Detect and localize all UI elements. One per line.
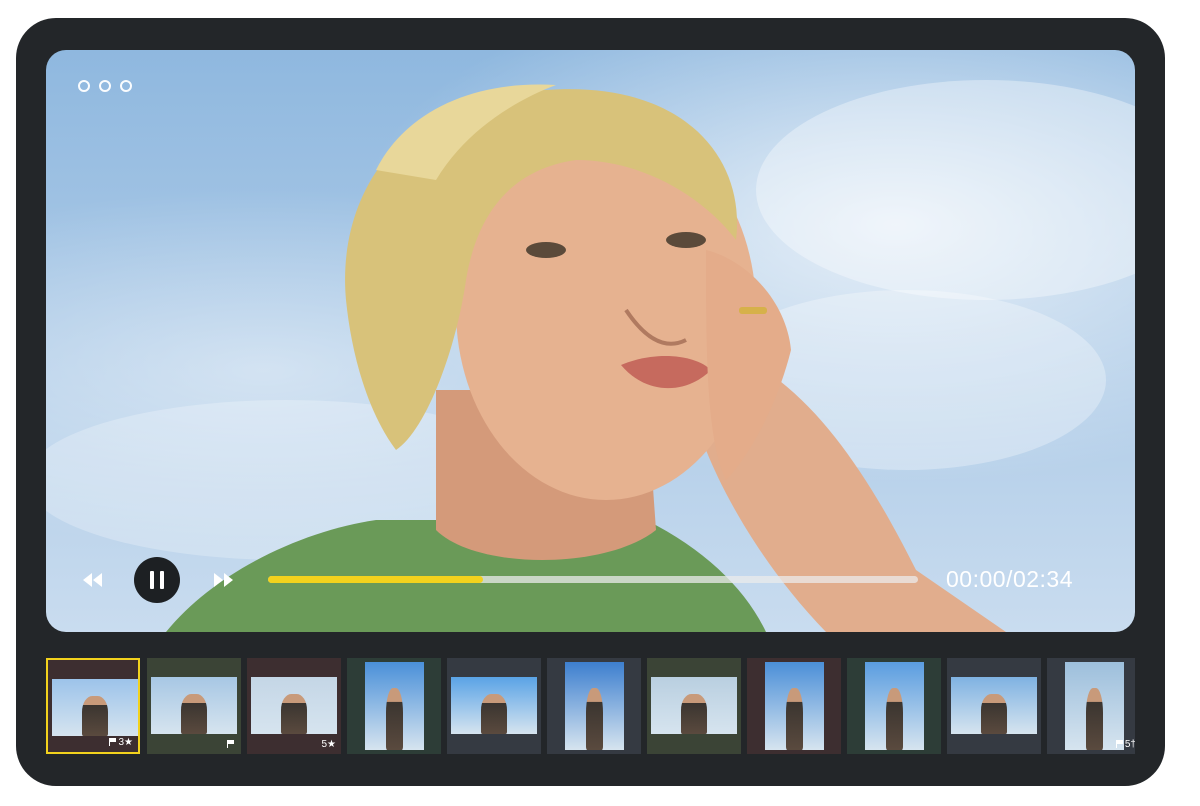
rating-label: 3★: [118, 737, 133, 748]
pause-icon: [147, 571, 167, 589]
thumb-photo: [151, 677, 237, 734]
thumb-figure: [481, 694, 507, 734]
portrait-photo: [46, 80, 1135, 632]
progress-fill: [268, 576, 483, 583]
filmstrip-thumb[interactable]: [547, 658, 641, 754]
pause-button[interactable]: [134, 557, 180, 603]
main-photo[interactable]: 00:00/02:34: [46, 50, 1135, 632]
filmstrip-thumb[interactable]: 5★: [247, 658, 341, 754]
thumb-figure: [885, 688, 904, 750]
thumb-badges: [227, 739, 236, 751]
thumb-figure: [181, 694, 207, 734]
thumb-photo: [865, 662, 924, 750]
thumb-figure: [82, 696, 108, 736]
thumb-figure: [981, 694, 1007, 734]
thumb-photo: [365, 662, 424, 750]
window-dots[interactable]: [78, 80, 132, 92]
more-dot-2[interactable]: [99, 80, 111, 92]
filmstrip-thumb[interactable]: [847, 658, 941, 754]
filmstrip-thumb[interactable]: [147, 658, 241, 754]
thumb-badges: 3★: [109, 737, 133, 749]
more-dot-1[interactable]: [78, 80, 90, 92]
rating-label: 5†: [1124, 739, 1135, 750]
filmstrip-thumb[interactable]: 3★: [46, 658, 140, 754]
rating-label: 5★: [321, 739, 336, 750]
thumb-badges: 5†: [1115, 739, 1135, 751]
thumb-photo: [765, 662, 824, 750]
fast-forward-icon[interactable]: [211, 570, 237, 590]
filmstrip-thumb[interactable]: [347, 658, 441, 754]
filmstrip-thumb[interactable]: [647, 658, 741, 754]
filmstrip-thumb[interactable]: [947, 658, 1041, 754]
more-dot-3[interactable]: [120, 80, 132, 92]
thumb-photo: [951, 677, 1037, 734]
progress-track[interactable]: [268, 576, 918, 583]
thumb-figure: [281, 694, 307, 734]
rewind-icon[interactable]: [79, 570, 105, 590]
flag-icon: [1115, 740, 1123, 748]
thumb-figure: [681, 694, 707, 734]
filmstrip-thumb[interactable]: 5†: [1047, 658, 1135, 754]
filmstrip-thumb[interactable]: [447, 658, 541, 754]
thumb-photo: [451, 677, 537, 734]
thumb-badges: 5★: [321, 739, 336, 751]
thumb-figure: [1085, 688, 1104, 750]
flag-icon: [109, 738, 117, 746]
thumb-figure: [385, 688, 404, 750]
thumb-figure: [785, 688, 804, 750]
thumb-photo: [52, 679, 138, 736]
flag-icon: [227, 740, 234, 748]
thumb-photo: [251, 677, 337, 734]
thumb-photo: [565, 662, 624, 750]
filmstrip: 3★ 5★ 5†: [46, 658, 1135, 754]
thumb-figure: [585, 688, 604, 750]
thumb-photo: [651, 677, 737, 734]
thumb-photo: [1065, 662, 1124, 750]
filmstrip-thumb[interactable]: [747, 658, 841, 754]
